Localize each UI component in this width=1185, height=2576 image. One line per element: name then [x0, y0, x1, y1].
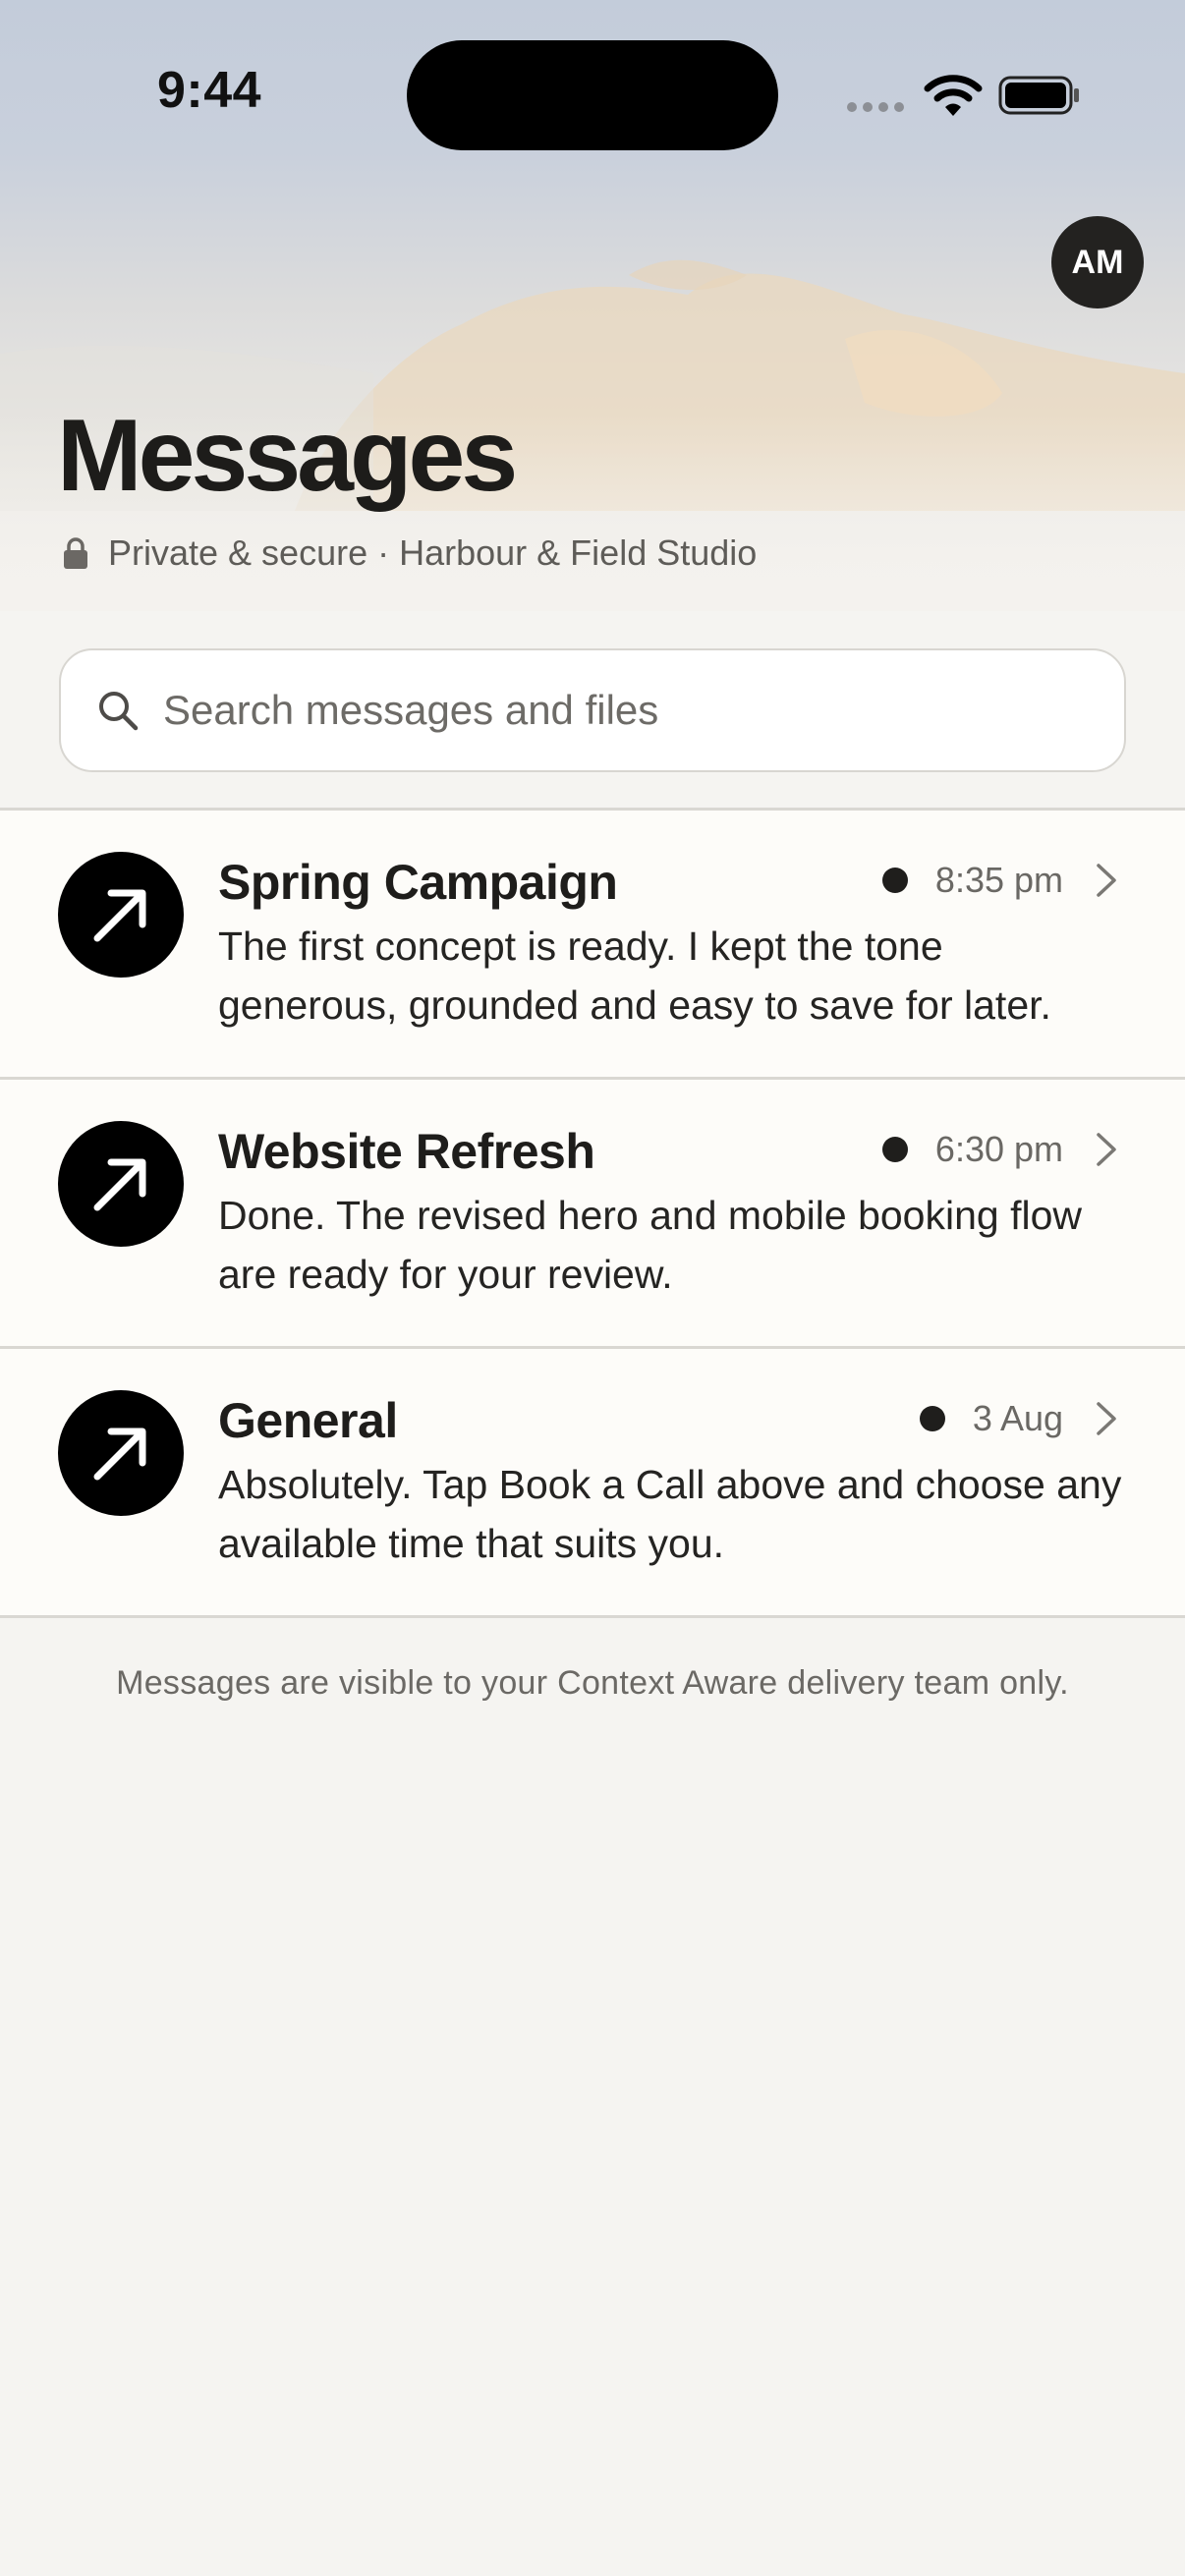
conversation-avatar [58, 1121, 184, 1247]
search-icon [99, 692, 139, 731]
chevron-right-icon [1097, 864, 1116, 897]
visibility-note: Messages are visible to your Context Awa… [116, 1664, 1069, 1702]
header-backdrop: 9:44 AM Messages Private & secure · Harb… [0, 0, 1185, 611]
conversation-avatar [58, 1390, 184, 1516]
conversation-title: General [218, 1393, 398, 1448]
conversation-row-website-refresh[interactable]: Website Refresh 6:30 pm Done. The revise… [0, 1080, 1185, 1349]
conversation-list: Spring Campaign 8:35 pm The first concep… [0, 808, 1185, 1618]
page-title: Messages [57, 399, 518, 513]
conversation-preview: Absolutely. Tap Book a Call above and ch… [218, 1462, 1122, 1566]
conversation-row-spring-campaign[interactable]: Spring Campaign 8:35 pm The first concep… [0, 811, 1185, 1080]
conversation-meta: 6:30 pm [881, 1129, 1118, 1170]
dynamic-island [407, 40, 778, 150]
search-input[interactable] [163, 687, 1047, 734]
chevron-right-icon [1097, 1133, 1116, 1166]
unread-dot [881, 1137, 908, 1162]
conversation-time: 3 Aug [972, 1398, 1063, 1438]
wifi-icon [924, 75, 983, 116]
subtitle-text: Private & secure · Harbour & Field Studi… [108, 532, 758, 573]
conversation-time: 6:30 pm [934, 1129, 1063, 1169]
unread-dot [881, 868, 908, 893]
status-time: 9:44 [157, 62, 262, 119]
battery-icon [998, 76, 1079, 115]
conversation-meta: 8:35 pm [881, 860, 1118, 901]
conversation-time: 8:35 pm [934, 860, 1063, 900]
conversation-row-general[interactable]: General 3 Aug Absolutely. Tap Book a Cal… [0, 1349, 1185, 1618]
conversation-title: Spring Campaign [218, 855, 618, 910]
conversation-meta: 3 Aug [919, 1398, 1118, 1439]
user-avatar[interactable]: AM [1051, 216, 1144, 308]
arrow-up-right-icon [93, 889, 146, 942]
unread-dot [919, 1406, 945, 1431]
conversation-preview: Done. The revised hero and mobile bookin… [218, 1193, 1082, 1297]
cellular-signal-icon [847, 102, 904, 112]
lock-icon [64, 537, 87, 569]
arrow-up-right-icon [93, 1158, 146, 1211]
conversation-title: Website Refresh [218, 1124, 595, 1179]
arrow-up-right-icon [93, 1428, 146, 1481]
search-bar[interactable] [59, 648, 1126, 772]
conversation-avatar [58, 852, 184, 978]
chevron-right-icon [1097, 1402, 1116, 1435]
conversation-preview: The first concept is ready. I kept the t… [218, 924, 1051, 1028]
privacy-subtitle: Private & secure · Harbour & Field Studi… [63, 532, 757, 574]
